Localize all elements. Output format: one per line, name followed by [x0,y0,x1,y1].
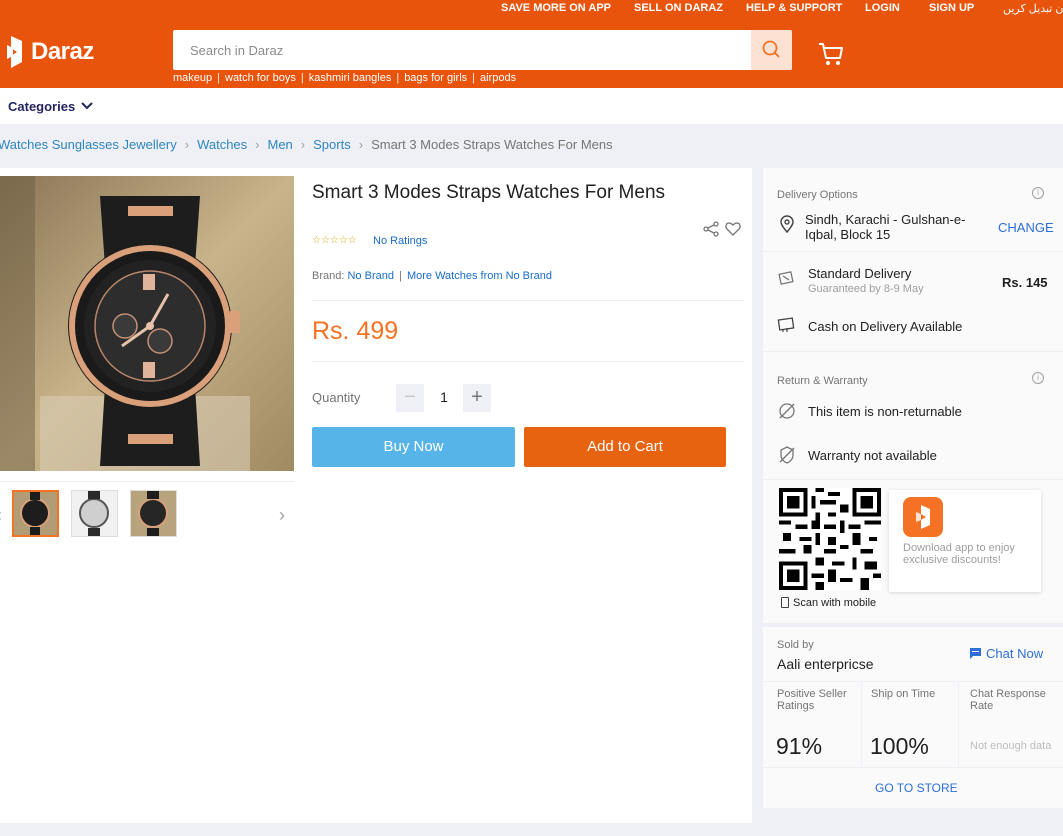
warranty-off-icon [779,446,795,464]
cod-label: Cash on Delivery Available [808,319,963,334]
chat-now-button[interactable]: Chat Now [969,646,1043,661]
breadcrumb: Watches Sunglasses Jewellery › Watches › Men… [0,137,613,152]
thumbnail-prev-icon[interactable]: ‹ [0,505,2,526]
search-box [173,30,792,70]
seller-name[interactable]: Aali enterpricse [777,656,874,672]
return-heading: Return & Warranty [777,375,868,387]
sell-link[interactable]: SELL ON DARAZ [634,2,723,14]
chevron-right-icon: › [184,137,190,152]
chat-response-value: Not enough data [970,740,1052,752]
buy-now-button[interactable]: Buy Now [312,427,515,467]
add-to-cart-button[interactable]: Add to Cart [524,427,726,467]
non-returnable-icon [779,403,795,419]
breadcrumb-link[interactable]: Sports [313,137,351,152]
warranty-status: Warranty not available [808,448,937,463]
daraz-logo[interactable]: Daraz [7,36,97,68]
more-from-brand-link[interactable]: More Watches from No Brand [407,270,552,282]
quantity-increase-button[interactable]: + [463,384,491,412]
login-link[interactable]: LOGIN [865,2,900,14]
share-icon[interactable] [702,220,720,238]
info-icon[interactable]: i [1032,187,1044,199]
chevron-right-icon: › [358,137,364,152]
suggestion-link[interactable]: airpods [480,72,516,84]
suggestion-link[interactable]: bags for girls [404,72,467,84]
chevron-right-icon: › [255,137,260,152]
breadcrumb-link[interactable]: Watches Sunglasses Jewellery [0,137,177,152]
scan-text: Scan with mobile [793,597,877,609]
rating-stars: ☆☆☆☆☆ [312,235,357,246]
divider [312,300,744,301]
chat-now-label: Chat Now [986,646,1044,661]
change-location-link[interactable]: CHANGE [998,220,1054,235]
breadcrumb-current: Smart 3 Modes Straps Watches For Mens [371,137,613,152]
suggestion-link[interactable]: makeup [173,72,212,84]
thumbnail[interactable] [71,490,118,537]
stat-label: Ship on Time [871,688,936,700]
quantity-decrease-button[interactable]: − [396,384,424,412]
save-more-link[interactable]: SAVE MORE ON APP [501,2,611,14]
thumbnail-next-icon[interactable]: › [279,505,285,526]
divider [763,767,1063,768]
quantity-value[interactable]: 1 [424,389,464,405]
delivery-location: Sindh, Karachi - Gulshan-e-Iqbal, Block … [805,212,966,242]
divider [861,681,862,767]
chevron-right-icon: › [300,137,306,152]
product-image[interactable] [0,176,294,471]
wishlist-heart-icon[interactable] [724,220,742,238]
chevron-down-icon[interactable] [80,100,94,112]
scan-caption: Scan with mobile [781,597,876,609]
brand-link[interactable]: No Brand [347,270,393,282]
divider [958,681,959,767]
categories-menu[interactable]: Categories [8,99,75,114]
thumbnail[interactable] [130,490,177,537]
signup-link[interactable]: SIGN UP [929,2,974,14]
categories-bar: Categories [0,88,1063,124]
divider [763,251,1063,252]
delivery-fee: Rs. 145 [1002,275,1048,290]
delivery-heading: Delivery Options [777,189,858,201]
delivery-box-icon [778,271,794,285]
logo-text: Daraz [31,38,94,65]
returnable-status: This item is non-returnable [808,404,962,419]
help-link[interactable]: HELP & SUPPORT [746,2,842,14]
breadcrumb-link[interactable]: Men [268,137,293,152]
location-pin-icon [780,215,794,234]
thumbnail[interactable] [12,490,59,537]
standard-delivery-label: Standard Delivery [808,266,912,281]
divider [763,681,1063,682]
stat-label: Positive Seller Ratings [777,688,847,712]
ratings-link[interactable]: No Ratings [373,235,427,247]
search-input[interactable] [173,30,751,70]
sold-by-label: Sold by [777,639,814,651]
brand-label: Brand: [312,270,345,282]
suggestion-link[interactable]: kashmiri bangles [309,72,392,84]
search-button[interactable] [751,30,792,70]
search-icon [762,40,780,58]
delivery-guarantee: Guaranteed by 8-9 May [808,283,924,295]
cart-icon[interactable] [817,40,845,68]
go-to-store-link[interactable]: GO TO STORE [875,781,958,795]
daraz-logo-icon [7,36,22,68]
product-price: Rs. 499 [312,317,399,345]
qr-code[interactable] [779,488,881,590]
chat-icon [970,648,981,659]
app-promo-text: Download app to enjoy exclusive discount… [903,542,1015,566]
language-link[interactable]: زبان تبدیل کریں [1003,2,1063,15]
watch-illustration [0,176,294,471]
cash-icon [777,317,795,332]
search-suggestions: makeup | watch for boys | kashmiri bangles | b… [173,72,517,84]
divider [312,361,744,362]
stat-label: Chat Response Rate [970,688,1046,712]
breadcrumb-link[interactable]: Watches [197,137,247,152]
ship-on-time-value: 100% [870,733,929,759]
daraz-app-icon [903,497,943,537]
info-icon[interactable]: i [1032,372,1044,384]
positive-ratings-value: 91% [776,733,823,759]
brand-line: Brand: No Brand | More Watches from No B… [312,270,553,282]
suggestion-link[interactable]: watch for boys [225,72,296,84]
product-title: Smart 3 Modes Straps Watches For Mens [312,182,666,203]
quantity-label: Quantity [312,390,361,405]
mobile-phone-icon [781,597,789,608]
